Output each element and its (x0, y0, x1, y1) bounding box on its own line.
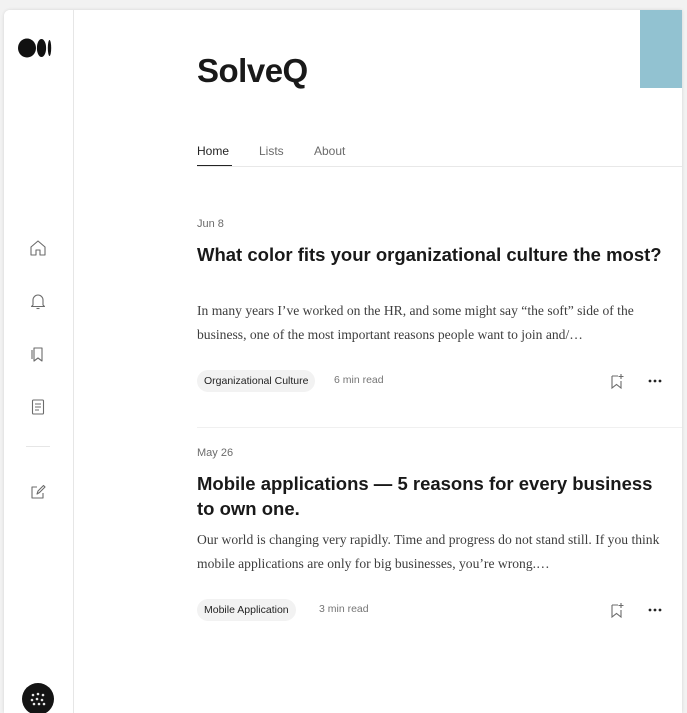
post-divider (197, 427, 682, 428)
post-read-time: 6 min read (334, 374, 384, 386)
post-title[interactable]: What color fits your organizational cult… (197, 242, 667, 267)
write-icon[interactable] (28, 482, 48, 502)
publication-title: SolveQ (197, 52, 308, 89)
avatar-pattern-icon (30, 692, 46, 706)
tab-about[interactable]: About (314, 144, 345, 158)
post-excerpt[interactable]: In many years I’ve worked on the HR, and… (197, 299, 665, 347)
post-title[interactable]: Mobile applications — 5 reasons for ever… (197, 471, 667, 521)
post-tag[interactable]: Organizational Culture (197, 370, 316, 392)
post-date: Jun 8 (197, 218, 224, 230)
left-sidebar (4, 10, 74, 713)
save-bookmark-icon[interactable] (608, 372, 626, 390)
post-tag[interactable]: Mobile Application (197, 599, 296, 621)
home-icon[interactable] (28, 238, 48, 258)
stories-icon[interactable] (28, 397, 48, 417)
medium-logo-icon[interactable] (18, 38, 62, 58)
post-date: May 26 (197, 447, 234, 459)
save-bookmark-icon[interactable] (608, 601, 626, 619)
active-tab-indicator (197, 165, 232, 166)
tab-home[interactable]: Home (197, 144, 229, 158)
bell-icon[interactable] (28, 291, 48, 311)
tab-lists[interactable]: Lists (259, 144, 284, 158)
tab-bar: Home Lists About (197, 136, 682, 167)
sidebar-divider (26, 446, 50, 447)
user-avatar[interactable] (22, 683, 54, 713)
bookmarks-icon[interactable] (28, 344, 48, 364)
more-options-icon[interactable] (646, 601, 664, 619)
post-read-time: 3 min read (319, 603, 369, 615)
main-content: SolveQ Home Lists About Jun 8 What color… (197, 10, 682, 713)
app-window: SolveQ Home Lists About Jun 8 What color… (4, 10, 682, 713)
post-excerpt[interactable]: Our world is changing very rapidly. Time… (197, 528, 665, 576)
more-options-icon[interactable] (646, 372, 664, 390)
